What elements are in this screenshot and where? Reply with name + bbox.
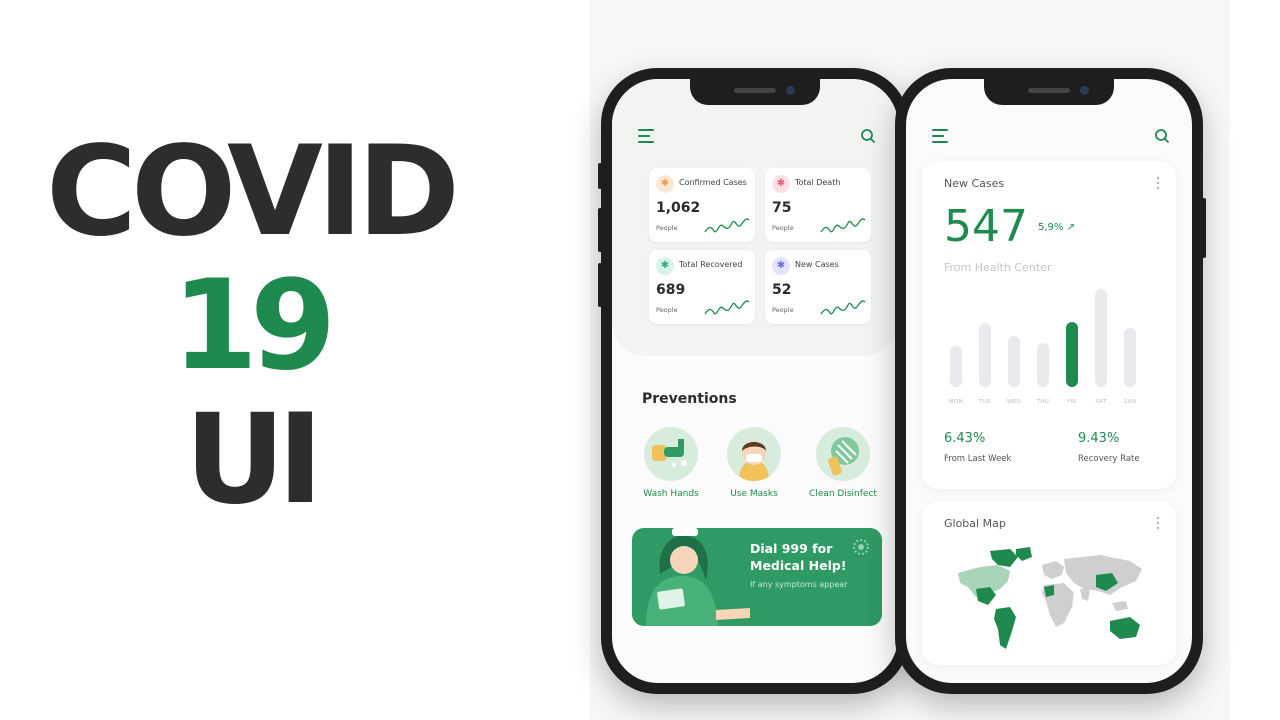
stat-card-confirmed[interactable]: ✱ Confirmed Cases 1,062 People: [649, 168, 755, 242]
volume-up-button: [598, 208, 602, 252]
search-icon[interactable]: [1154, 128, 1170, 144]
virus-icon: [853, 539, 869, 555]
new-cases-source: From Health Center: [944, 261, 1052, 274]
phone-statistics: New Cases 547 5,9% ↗ From Health Center …: [895, 68, 1206, 694]
medical-help-banner[interactable]: Dial 999 for Medical Help! If any sympto…: [632, 528, 882, 626]
metric-value: 6.43%: [944, 431, 986, 446]
hero-line-19: 19: [171, 254, 337, 398]
bar-fri[interactable]: [1066, 322, 1078, 387]
volume-down-button: [598, 263, 602, 307]
bar-wed[interactable]: [1008, 336, 1020, 387]
more-options-icon[interactable]: [1156, 177, 1160, 191]
global-map-title: Global Map: [944, 517, 1006, 530]
hero-title: COVID 19 UI: [40, 130, 460, 522]
statistics-screen: New Cases 547 5,9% ↗ From Health Center …: [906, 79, 1192, 683]
disinfect-icon: [816, 427, 870, 481]
phone-notch: [690, 79, 820, 105]
new-cases-value: 547: [944, 201, 1028, 252]
new-cases-change: 5,9% ↗: [1038, 222, 1075, 233]
bar-thu[interactable]: [1037, 343, 1049, 387]
menu-icon[interactable]: [638, 129, 656, 143]
nurse-illustration-icon: [646, 528, 750, 626]
metric-last-week: 6.43% From Last Week: [944, 431, 1011, 464]
more-options-icon[interactable]: [1156, 517, 1160, 531]
mask-icon: [727, 427, 781, 481]
new-cases-title: New Cases: [944, 177, 1005, 190]
bar-mon[interactable]: [950, 346, 962, 387]
day-label: FRI: [1067, 399, 1077, 405]
trend-sparkline-icon: [820, 300, 866, 315]
dashboard-topbar: [638, 127, 876, 149]
metric-value: 9.43%: [1078, 431, 1120, 446]
stat-label: Confirmed Cases: [679, 178, 747, 187]
prevention-label: Wash Hands: [643, 489, 699, 499]
stat-value: 52: [772, 282, 792, 298]
phone-dashboard: ✱ Confirmed Cases 1,062 People ✱ Total D…: [598, 68, 909, 694]
stat-unit: People: [772, 306, 794, 314]
banner-subtitle: If any symptoms appear: [750, 580, 848, 589]
mute-switch: [598, 163, 602, 189]
banner-title: Dial 999 for Medical Help!: [750, 540, 847, 574]
banner-title-line1: Dial 999 for: [750, 541, 833, 556]
search-icon[interactable]: [860, 128, 876, 144]
stat-value: 1,062: [656, 200, 701, 216]
stat-label: Total Recovered: [679, 260, 743, 269]
prevention-use-masks[interactable]: Use Masks: [714, 427, 794, 499]
stat-label: New Cases: [795, 260, 839, 269]
trend-sparkline-icon: [820, 218, 866, 233]
running-person-icon: ✱: [772, 175, 790, 193]
day-label: SAT: [1095, 399, 1107, 405]
stat-value: 689: [656, 282, 686, 298]
bar-tue[interactable]: [979, 323, 991, 387]
menu-icon[interactable]: [932, 129, 950, 143]
metric-label: From Last Week: [944, 454, 1012, 464]
prevention-label: Use Masks: [730, 489, 778, 499]
dashboard-screen: ✱ Confirmed Cases 1,062 People ✱ Total D…: [612, 79, 898, 683]
preventions-title: Preventions: [642, 391, 737, 407]
world-map-icon[interactable]: [950, 545, 1150, 657]
prevention-clean-disinfect[interactable]: Clean Disinfect: [803, 427, 883, 499]
trend-sparkline-icon: [704, 218, 750, 233]
day-label: SUN: [1123, 399, 1137, 405]
day-label: MON: [948, 399, 964, 405]
statistics-topbar: [932, 127, 1170, 149]
new-cases-card: New Cases 547 5,9% ↗ From Health Center …: [922, 161, 1176, 489]
day-label: THU: [1036, 399, 1050, 405]
hero-line-ui: UI: [184, 388, 324, 532]
stat-unit: People: [656, 306, 678, 314]
stat-unit: People: [656, 224, 678, 232]
metric-recovery-rate: 9.43% Recovery Rate: [1078, 431, 1140, 464]
stat-unit: People: [772, 224, 794, 232]
trend-sparkline-icon: [704, 300, 750, 315]
day-label: WED: [1006, 399, 1022, 405]
phone-notch: [984, 79, 1114, 105]
stat-value: 75: [772, 200, 792, 216]
running-person-icon: ✱: [772, 257, 790, 275]
hero-line-covid: COVID: [45, 120, 460, 264]
day-label: TUE: [979, 399, 991, 405]
stat-card-death[interactable]: ✱ Total Death 75 People: [765, 168, 871, 242]
stat-card-recovered[interactable]: ✱ Total Recovered 689 People: [649, 250, 755, 324]
bar-sat[interactable]: [1095, 289, 1107, 387]
bar-sun[interactable]: [1124, 328, 1136, 387]
running-person-icon: ✱: [656, 257, 674, 275]
metric-label: Recovery Rate: [1078, 454, 1140, 464]
banner-title-line2: Medical Help!: [750, 558, 847, 573]
power-button: [1202, 198, 1206, 258]
weekly-bar-chart: MON TUE WED THU FRI SAT SUN: [938, 285, 1160, 405]
stat-card-new-cases[interactable]: ✱ New Cases 52 People: [765, 250, 871, 324]
wash-hands-icon: [644, 427, 698, 481]
prevention-label: Clean Disinfect: [809, 489, 877, 499]
running-person-icon: ✱: [656, 175, 674, 193]
prevention-wash-hands[interactable]: Wash Hands: [631, 427, 711, 499]
stat-label: Total Death: [795, 178, 841, 187]
global-map-card: Global Map: [922, 501, 1176, 665]
